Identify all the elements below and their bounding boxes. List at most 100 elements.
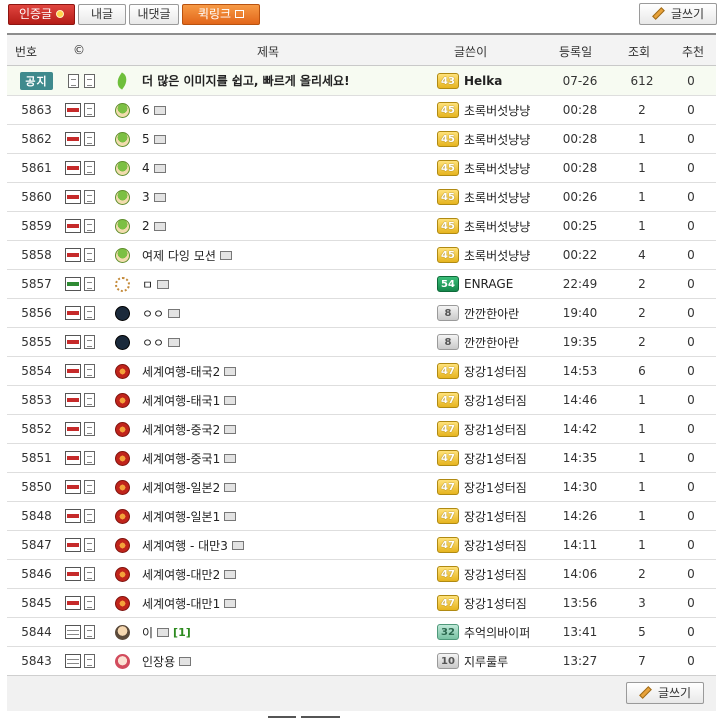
post-title-link[interactable]: ㅇㅇ bbox=[142, 299, 432, 327]
table-row[interactable]: 5857 ㅁ 54 ENRAGE 22:49 2 0 bbox=[7, 270, 716, 299]
horizontal-scrollbar[interactable] bbox=[268, 716, 340, 719]
post-title-link[interactable]: ㅁ bbox=[142, 270, 432, 298]
table-row[interactable]: 5861 4 45 초록버섯냥냥 00:28 1 0 bbox=[7, 154, 716, 183]
post-title-link[interactable]: 세계여행-대만2 bbox=[142, 560, 432, 588]
quicklink-label: 퀵링크 bbox=[197, 7, 232, 21]
post-author[interactable]: 32 추억의바이퍼 bbox=[437, 618, 557, 646]
post-title-link[interactable]: 세계여행-일본1 bbox=[142, 502, 432, 530]
z-avatar-icon bbox=[114, 299, 130, 327]
table-row[interactable]: 5844 이 [1] 32 추억의바이퍼 13:41 5 0 bbox=[7, 618, 716, 647]
post-date: 14:26 bbox=[562, 509, 598, 523]
table-row[interactable]: 5848 세계여행-일본1 47 장강1성터짐 14:26 1 0 bbox=[7, 502, 716, 531]
post-title-link[interactable]: 여제 다잉 모션 bbox=[142, 241, 432, 269]
post-author[interactable]: 47 장강1성터짐 bbox=[437, 357, 557, 385]
post-author[interactable]: 45 초록버섯냥냥 bbox=[437, 96, 557, 124]
post-title-link[interactable]: 3 bbox=[142, 183, 432, 211]
post-title-link[interactable]: 세계여행 - 대만3 bbox=[142, 531, 432, 559]
post-author[interactable]: 8 깐깐한아란 bbox=[437, 299, 557, 327]
write-button-bottom[interactable]: 글쓰기 bbox=[626, 682, 704, 704]
post-title-link[interactable]: 2 bbox=[142, 212, 432, 240]
table-header: 번호 © 제목 글쓴이 등록일 조회 추천 bbox=[7, 35, 716, 66]
certified-posts-button[interactable]: 인증글 bbox=[8, 4, 75, 25]
pencil-icon bbox=[652, 7, 665, 20]
document-icon bbox=[82, 618, 96, 646]
table-row[interactable]: 5862 5 45 초록버섯냥냥 00:28 1 0 bbox=[7, 125, 716, 154]
post-author[interactable]: 47 장강1성터짐 bbox=[437, 386, 557, 414]
level-badge: 47 bbox=[437, 537, 459, 553]
fire-avatar-icon bbox=[114, 560, 130, 588]
table-row[interactable]: 5850 세계여행-일본2 47 장강1성터짐 14:30 1 0 bbox=[7, 473, 716, 502]
quicklink-button[interactable]: 퀵링크 bbox=[182, 4, 260, 25]
post-number: 5853 bbox=[21, 393, 52, 407]
post-date: 19:35 bbox=[562, 335, 598, 349]
png-format-icon bbox=[64, 96, 82, 124]
table-row[interactable]: 5845 세계여행-대만1 47 장강1성터짐 13:56 3 0 bbox=[7, 589, 716, 618]
post-author[interactable]: 45 초록버섯냥냥 bbox=[437, 241, 557, 269]
document-icon bbox=[82, 473, 96, 501]
image-attachment-icon bbox=[153, 221, 166, 231]
recommend-count: 0 bbox=[687, 596, 695, 610]
my-comments-button[interactable]: 내댓글 bbox=[129, 4, 179, 25]
post-title-link[interactable]: 4 bbox=[142, 154, 432, 182]
image-attachment-icon bbox=[168, 337, 181, 347]
post-title-link[interactable]: 세계여행-태국1 bbox=[142, 386, 432, 414]
post-author[interactable]: 47 장강1성터짐 bbox=[437, 444, 557, 472]
png-format-icon bbox=[64, 502, 82, 530]
post-title-link[interactable]: 세계여행-중국2 bbox=[142, 415, 432, 443]
image-attachment-icon bbox=[157, 627, 170, 637]
table-row[interactable]: 5843 인장용 10 지루룰루 13:27 7 0 bbox=[7, 647, 716, 676]
table-row[interactable]: 5859 2 45 초록버섯냥냥 00:25 1 0 bbox=[7, 212, 716, 241]
post-title-link[interactable]: 인장용 bbox=[142, 647, 432, 675]
level-badge: 47 bbox=[437, 363, 459, 379]
post-title-link[interactable]: 6 bbox=[142, 96, 432, 124]
post-author[interactable]: 47 장강1성터짐 bbox=[437, 502, 557, 530]
recommend-count: 0 bbox=[687, 190, 695, 204]
table-row[interactable]: 5852 세계여행-중국2 47 장강1성터짐 14:42 1 0 bbox=[7, 415, 716, 444]
table-row[interactable]: 5853 세계여행-태국1 47 장강1성터짐 14:46 1 0 bbox=[7, 386, 716, 415]
post-author[interactable]: 45 초록버섯냥냥 bbox=[437, 212, 557, 240]
post-title: ㅁ bbox=[142, 277, 154, 292]
post-title-link[interactable]: 세계여행-태국2 bbox=[142, 357, 432, 385]
table-row[interactable]: 5854 세계여행-태국2 47 장강1성터짐 14:53 6 0 bbox=[7, 357, 716, 386]
document-icon bbox=[82, 154, 96, 182]
document-icon bbox=[82, 270, 96, 298]
post-author[interactable]: 45 초록버섯냥냥 bbox=[437, 125, 557, 153]
write-button-top[interactable]: 글쓰기 bbox=[639, 3, 717, 25]
my-posts-button[interactable]: 내글 bbox=[78, 4, 126, 25]
post-author[interactable]: 47 장강1성터짐 bbox=[437, 560, 557, 588]
recommend-count: 0 bbox=[687, 103, 695, 117]
document-icon bbox=[82, 183, 96, 211]
post-title: 이 bbox=[142, 625, 154, 640]
jpg-format-icon bbox=[64, 647, 82, 675]
post-title-link[interactable]: 세계여행-일본2 bbox=[142, 473, 432, 501]
post-author[interactable]: 47 장강1성터짐 bbox=[437, 415, 557, 443]
col-date-header: 등록일 bbox=[559, 45, 593, 59]
post-author[interactable]: 10 지루룰루 bbox=[437, 647, 557, 675]
post-author[interactable]: 8 깐깐한아란 bbox=[437, 328, 557, 356]
notice-row[interactable]: 공지 더 많은 이미지를 쉽고, 빠르게 올리세요! 43 Helka 07-26… bbox=[7, 66, 716, 96]
table-row[interactable]: 5855 ㅇㅇ 8 깐깐한아란 19:35 2 0 bbox=[7, 328, 716, 357]
post-date: 13:41 bbox=[562, 625, 598, 639]
post-author[interactable]: 47 장강1성터짐 bbox=[437, 589, 557, 617]
table-row[interactable]: 5863 6 45 초록버섯냥냥 00:28 2 0 bbox=[7, 96, 716, 125]
table-row[interactable]: 5856 ㅇㅇ 8 깐깐한아란 19:40 2 0 bbox=[7, 299, 716, 328]
post-title-link[interactable]: 세계여행-중국1 bbox=[142, 444, 432, 472]
post-author[interactable]: 47 장강1성터짐 bbox=[437, 473, 557, 501]
post-author[interactable]: 47 장강1성터짐 bbox=[437, 531, 557, 559]
table-row[interactable]: 5846 세계여행-대만2 47 장강1성터짐 14:06 2 0 bbox=[7, 560, 716, 589]
post-author[interactable]: 45 초록버섯냥냥 bbox=[437, 183, 557, 211]
table-row[interactable]: 5847 세계여행 - 대만3 47 장강1성터짐 14:11 1 0 bbox=[7, 531, 716, 560]
post-title-link[interactable]: ㅇㅇ bbox=[142, 328, 432, 356]
comment-count[interactable]: [1] bbox=[173, 626, 191, 639]
table-row[interactable]: 5851 세계여행-중국1 47 장강1성터짐 14:35 1 0 bbox=[7, 444, 716, 473]
notice-title-link[interactable]: 더 많은 이미지를 쉽고, 빠르게 올리세요! bbox=[142, 66, 432, 95]
post-title-link[interactable]: 5 bbox=[142, 125, 432, 153]
table-row[interactable]: 5858 여제 다잉 모션 45 초록버섯냥냥 00:22 4 0 bbox=[7, 241, 716, 270]
post-author[interactable]: 54 ENRAGE bbox=[437, 270, 557, 298]
post-date: 14:46 bbox=[562, 393, 598, 407]
post-author[interactable]: 45 초록버섯냥냥 bbox=[437, 154, 557, 182]
table-row[interactable]: 5860 3 45 초록버섯냥냥 00:26 1 0 bbox=[7, 183, 716, 212]
post-title-link[interactable]: 이 [1] bbox=[142, 618, 432, 646]
post-title-link[interactable]: 세계여행-대만1 bbox=[142, 589, 432, 617]
notice-author[interactable]: 43 Helka bbox=[437, 66, 557, 95]
